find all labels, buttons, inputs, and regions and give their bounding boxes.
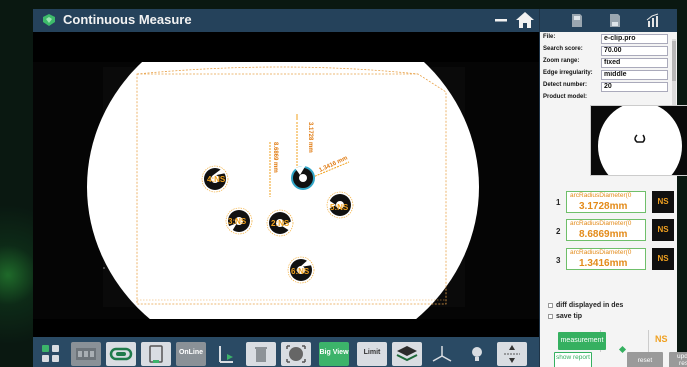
link-icon (109, 347, 133, 361)
save-data-icon[interactable] (608, 13, 622, 28)
target-frame-button[interactable] (281, 342, 311, 366)
scroll-thumb[interactable] (672, 41, 676, 81)
film-strip-icon (76, 348, 96, 360)
measurement-value: 1.3416mm (579, 258, 628, 269)
dimension-label: 3.1728 mm (307, 122, 313, 153)
prop-key: File: (543, 34, 556, 40)
prop-file: File: e-clip.pro (543, 34, 671, 45)
grid-view-button[interactable] (36, 342, 66, 366)
prop-key: Zoom range: (543, 58, 580, 64)
online-button[interactable]: OnLine (176, 342, 206, 366)
prop-edge-irregularity: Edge irregularity: middle (543, 70, 671, 81)
layers-button[interactable] (392, 342, 422, 366)
update-result-button[interactable]: update result (669, 352, 687, 367)
layers-icon (396, 346, 418, 362)
measurement-value: 8.6869mm (579, 229, 628, 240)
axes-3d-icon (432, 346, 452, 362)
properties-panel: File: e-clip.pro Search score: 70.00 Zoo… (540, 9, 687, 367)
part-label: 2:NS (271, 219, 290, 228)
measurement-canvas: 4:NS 3:NS 2:NS 5:NS 6:NS 3.1728 mm 8.686… (33, 7, 539, 367)
measurement-index: 2 (556, 227, 561, 236)
panel-header (540, 9, 677, 32)
template-thumbnail (590, 102, 687, 190)
measurement-label: arcRadiusDiameter(0 (570, 192, 632, 199)
home-icon[interactable] (515, 10, 535, 30)
minimize-icon[interactable] (493, 11, 509, 29)
search-score-input[interactable]: 70.00 (601, 46, 668, 56)
template-preview (591, 102, 687, 190)
measurement-index: 1 (556, 198, 561, 207)
show-report-button[interactable]: show report (554, 352, 592, 367)
online-label: OnLine (178, 349, 204, 356)
leaf-shield-icon (43, 14, 55, 26)
divider (648, 330, 649, 352)
zoom-range-select[interactable]: fixed (601, 58, 668, 68)
result-status: NS (655, 334, 668, 344)
measurement-button[interactable]: measurement (558, 332, 606, 350)
target-frame-icon (286, 345, 306, 363)
product-model-input[interactable] (601, 94, 668, 104)
measurement-item[interactable]: arcRadiusDiameter(0 8.6869mm (566, 219, 646, 241)
prop-product-model: Product model: (543, 94, 671, 105)
chart-icon[interactable] (646, 13, 660, 28)
status-badge: NS (652, 248, 674, 270)
detect-number-input[interactable]: 20 (601, 82, 668, 92)
lit-disc (87, 7, 479, 367)
part-label: 6:NS (291, 267, 310, 276)
reset-button[interactable]: reset (627, 352, 663, 367)
properties-scrollbar[interactable] (672, 39, 676, 114)
axis-arrow-button[interactable] (211, 342, 241, 366)
continuous-measure-window: Continuous Measure 4:NS 3:NS 2:NS 5:NS 6… (33, 7, 687, 367)
camera-viewport[interactable]: 4:NS 3:NS 2:NS 5:NS 6:NS 3.1728 mm 8.686… (33, 7, 539, 367)
part-label: 3:NS (228, 217, 247, 226)
limit-label: Limit (363, 349, 381, 356)
status-badge: NS (652, 191, 674, 213)
save-image-icon[interactable] (570, 13, 584, 28)
document-icon (149, 345, 163, 363)
bottom-toolbar: OnLine Big View Limit (33, 337, 539, 367)
part-label: 5:NS (330, 203, 349, 212)
save-tip-label: save tip (556, 313, 583, 320)
dimension-label: 8.6869 mm (272, 142, 278, 173)
status-badge: NS (652, 219, 674, 241)
prop-key: Detect number: (543, 82, 588, 88)
measurement-label: arcRadiusDiameter(0 (570, 220, 632, 227)
link-button[interactable] (106, 342, 136, 366)
delete-button[interactable] (246, 342, 276, 366)
save-tip-checkbox[interactable] (548, 314, 553, 319)
big-view-label: Big View (319, 349, 349, 356)
part-label: 4:NS (207, 175, 226, 184)
split-arrows-button[interactable] (497, 342, 527, 366)
measurement-item[interactable]: arcRadiusDiameter(0 1.3416mm (566, 248, 646, 270)
document-button[interactable] (141, 342, 171, 366)
measurement-index: 3 (556, 256, 561, 265)
file-select[interactable]: e-clip.pro (601, 34, 668, 44)
bulb-button[interactable] (462, 342, 492, 366)
prop-key: Search score: (543, 46, 583, 52)
measurement-item[interactable]: arcRadiusDiameter(0 3.1728mm (566, 191, 646, 213)
diff-label: diff displayed in des (556, 302, 624, 309)
trash-icon (255, 347, 267, 362)
split-arrows-icon (504, 345, 520, 363)
film-strip-button[interactable] (71, 342, 101, 366)
diamond-icon (618, 345, 627, 354)
prop-zoom-range: Zoom range: fixed (543, 58, 671, 69)
edge-irregularity-select[interactable]: middle (601, 70, 668, 80)
prop-search-score: Search score: 70.00 (543, 46, 671, 57)
window-title: Continuous Measure (63, 12, 192, 27)
grid-view-icon (42, 345, 59, 362)
axes-3d-button[interactable] (427, 342, 457, 366)
measurement-value: 3.1728mm (579, 201, 628, 212)
prop-detect-number: Detect number: 20 (543, 82, 671, 93)
axis-arrow-icon (219, 346, 233, 363)
limit-button[interactable]: Limit (357, 342, 387, 366)
diff-checkbox[interactable] (548, 303, 553, 308)
measurement-label: arcRadiusDiameter(0 (570, 249, 632, 256)
title-bar: Continuous Measure (33, 9, 539, 32)
big-view-button[interactable]: Big View (319, 342, 349, 366)
bulb-icon (472, 347, 482, 361)
prop-key: Product model: (543, 94, 588, 100)
prop-key: Edge irregularity: (543, 70, 593, 76)
